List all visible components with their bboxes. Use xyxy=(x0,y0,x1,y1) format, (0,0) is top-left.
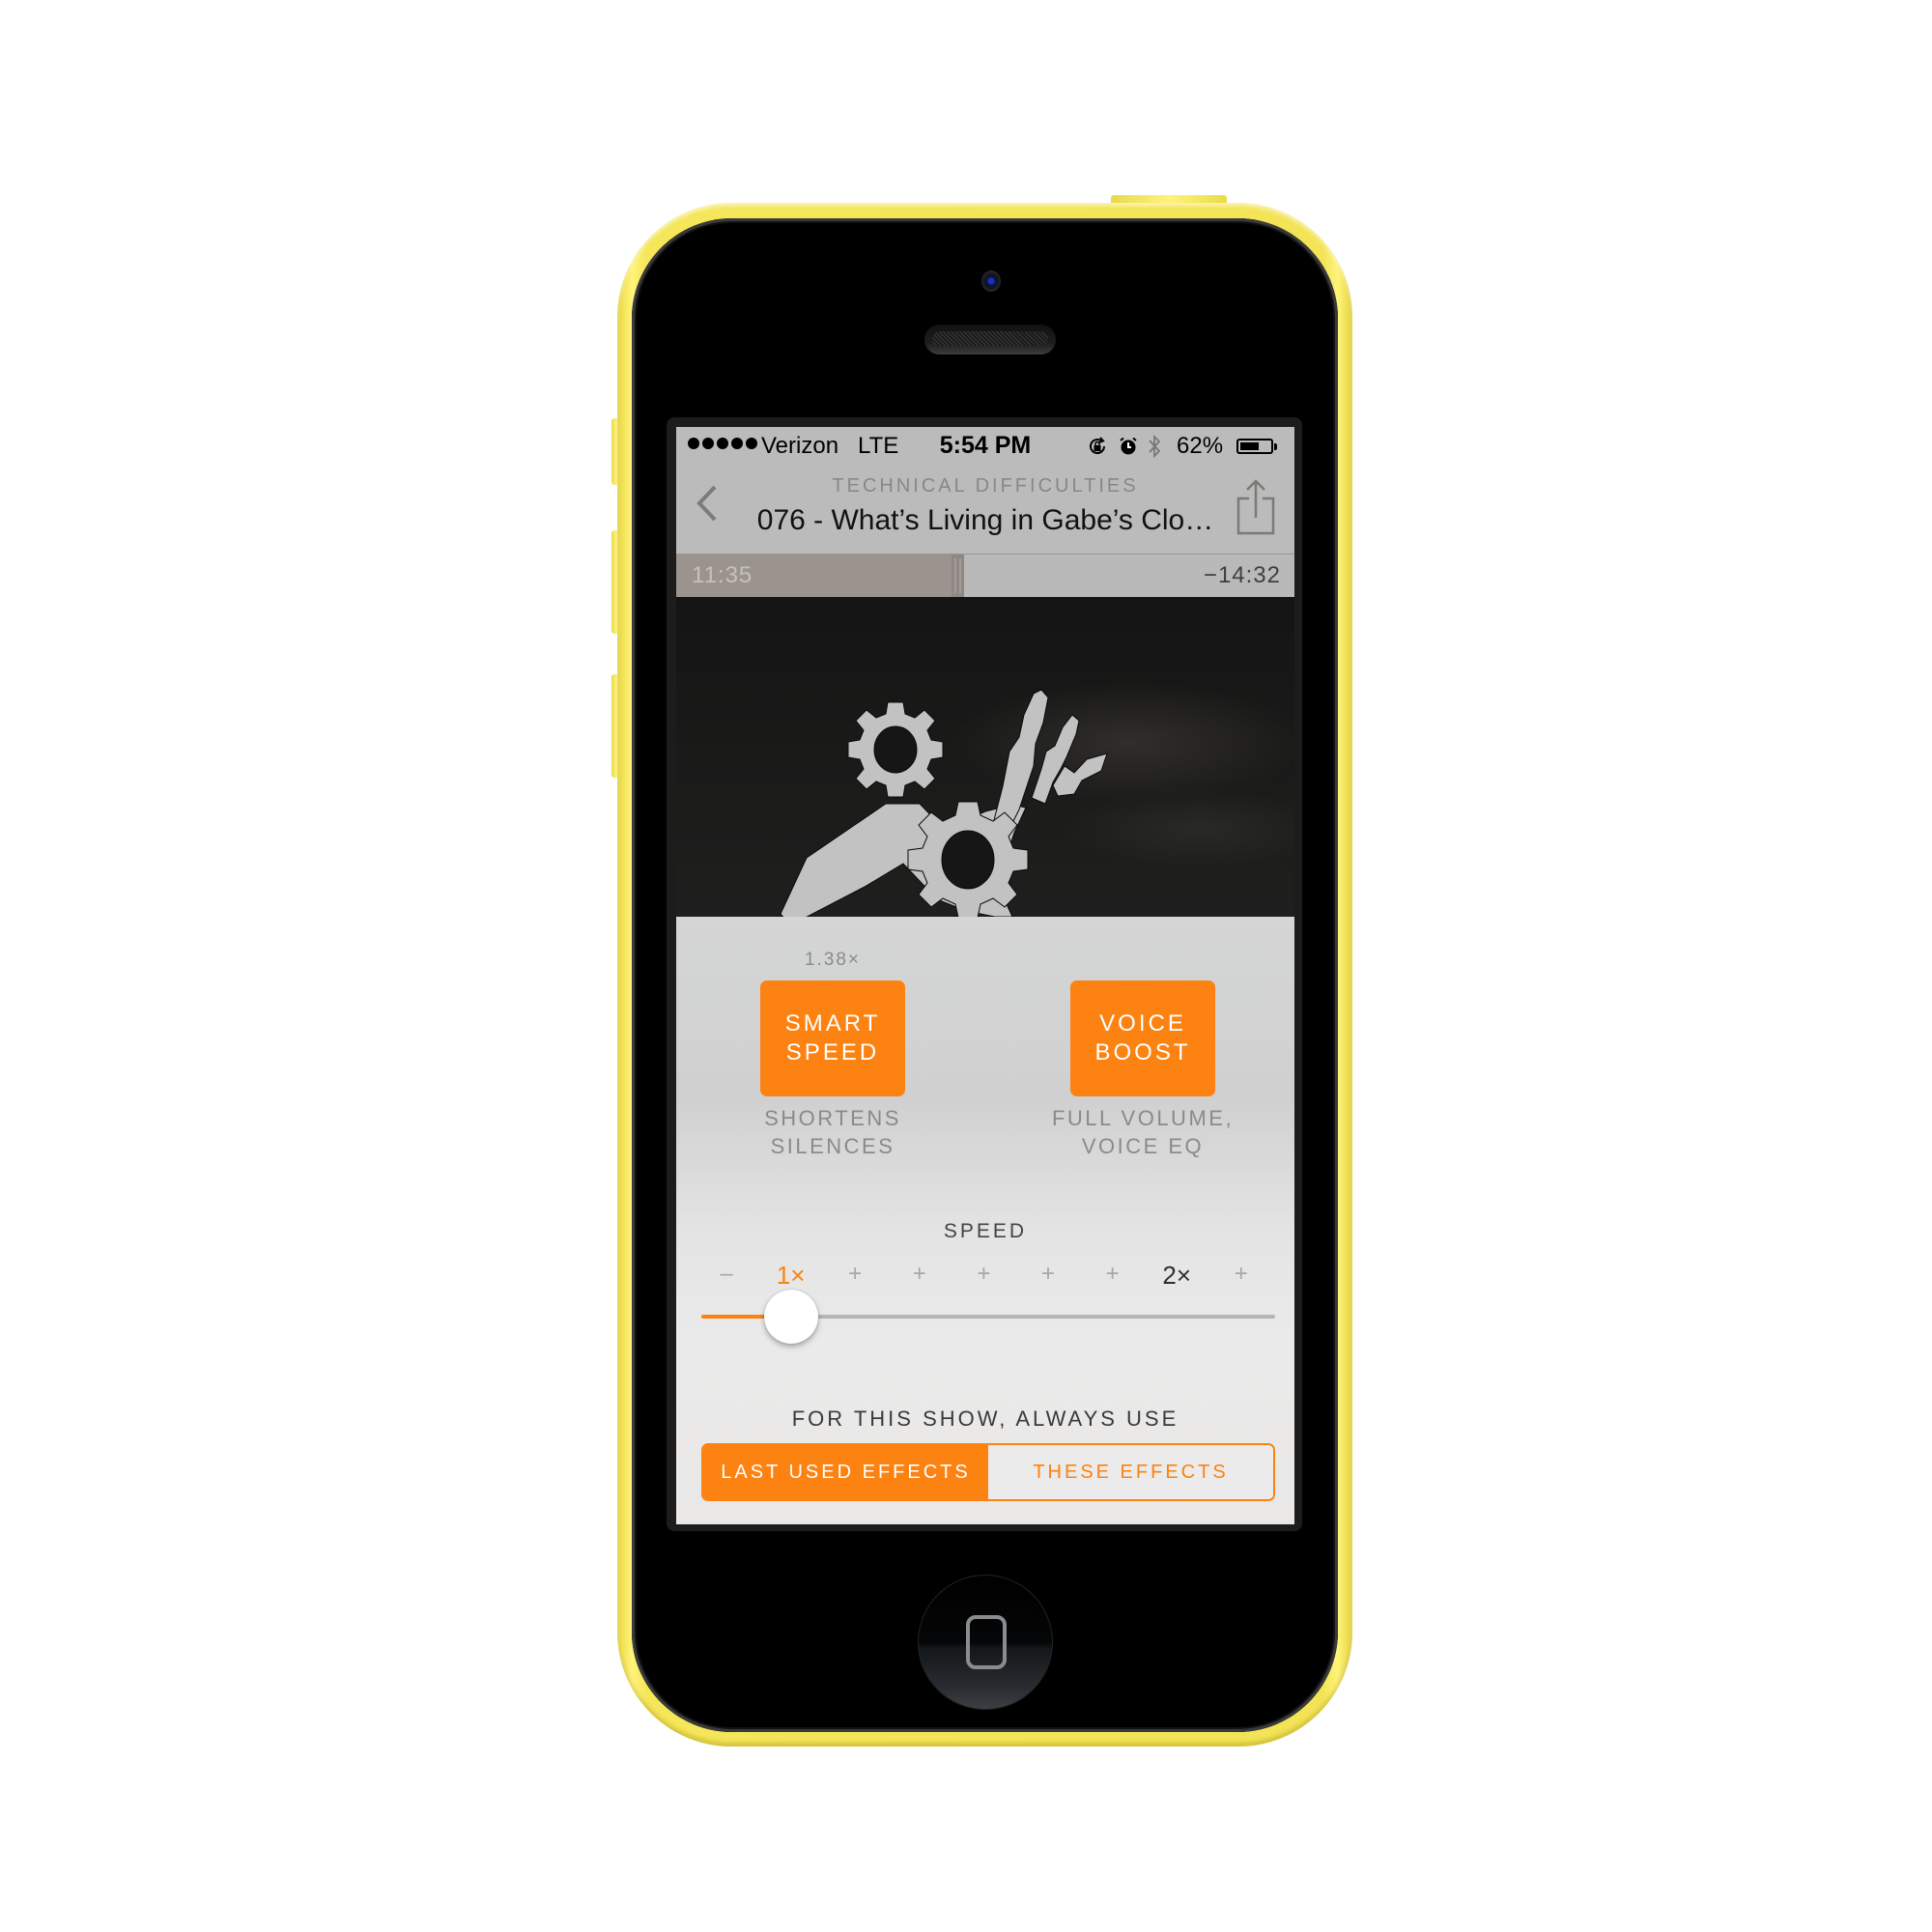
last-used-effects-option[interactable]: LAST USED EFFECTS xyxy=(703,1445,988,1499)
remaining-time: −14:32 xyxy=(1203,562,1281,588)
nav-header: TECHNICAL DIFFICULTIES 076 - What’s Livi… xyxy=(676,466,1294,554)
speed-tick[interactable]: + xyxy=(954,1261,1012,1288)
battery-level xyxy=(1240,442,1259,450)
earpiece-speaker xyxy=(924,325,1056,355)
podcast-logo-gears-icon xyxy=(780,689,1108,917)
elapsed-time: 11:35 xyxy=(692,562,753,588)
front-camera xyxy=(981,270,1001,292)
smart-speed-multiplier: 1.38× xyxy=(804,950,862,970)
share-icon[interactable] xyxy=(1235,477,1277,535)
effects-panel: 1.38× SMART SPEED SHORTENS SILENCES VOIC… xyxy=(676,917,1294,1524)
battery-percent: 62% xyxy=(1177,433,1224,459)
progress-scrubber[interactable] xyxy=(952,554,964,597)
voice-boost-button[interactable]: VOICE BOOST xyxy=(1070,980,1215,1096)
speed-slider-knob[interactable] xyxy=(764,1290,819,1344)
battery-tip xyxy=(1274,443,1277,450)
home-square-icon xyxy=(966,1615,1007,1669)
rotation-lock-icon xyxy=(1090,437,1106,455)
playback-progress-bar[interactable]: 11:35 −14:32 xyxy=(676,554,1294,597)
speed-label: SPEED xyxy=(943,1220,1028,1242)
voice-boost-description: FULL VOLUME, VOICE EQ xyxy=(1051,1106,1235,1158)
smart-speed-button[interactable]: SMART SPEED xyxy=(760,980,905,1096)
speed-tick[interactable]: + xyxy=(1212,1261,1270,1288)
smart-speed-description: SHORTENS SILENCES xyxy=(764,1106,901,1158)
speed-tick[interactable]: + xyxy=(1019,1261,1077,1288)
these-effects-option[interactable]: THESE EFFECTS xyxy=(988,1445,1273,1499)
speed-tick[interactable]: + xyxy=(1084,1261,1142,1288)
speed-tick[interactable]: + xyxy=(826,1261,884,1288)
speed-tick[interactable]: + xyxy=(891,1261,949,1288)
episode-title: 076 - What’s Living in Gabe’s Clo… xyxy=(756,504,1214,536)
battery-icon xyxy=(1236,439,1273,454)
alarm-icon xyxy=(1120,437,1137,455)
screen: Verizon LTE 5:54 PM 62% TECHNICAL DIFFIC… xyxy=(676,427,1294,1524)
speed-tick[interactable]: – xyxy=(697,1261,755,1288)
always-use-segmented-control: LAST USED EFFECTS THESE EFFECTS xyxy=(701,1443,1275,1501)
show-title[interactable]: TECHNICAL DIFFICULTIES xyxy=(676,475,1294,497)
status-bar: Verizon LTE 5:54 PM 62% xyxy=(676,427,1294,466)
episode-artwork xyxy=(676,597,1294,917)
bluetooth-icon xyxy=(1149,434,1161,459)
home-button[interactable] xyxy=(918,1575,1053,1710)
speed-tick[interactable]: 1× xyxy=(762,1261,820,1291)
speed-tick[interactable]: 2× xyxy=(1148,1261,1206,1291)
always-use-label: FOR THIS SHOW, ALWAYS USE xyxy=(791,1406,1179,1431)
